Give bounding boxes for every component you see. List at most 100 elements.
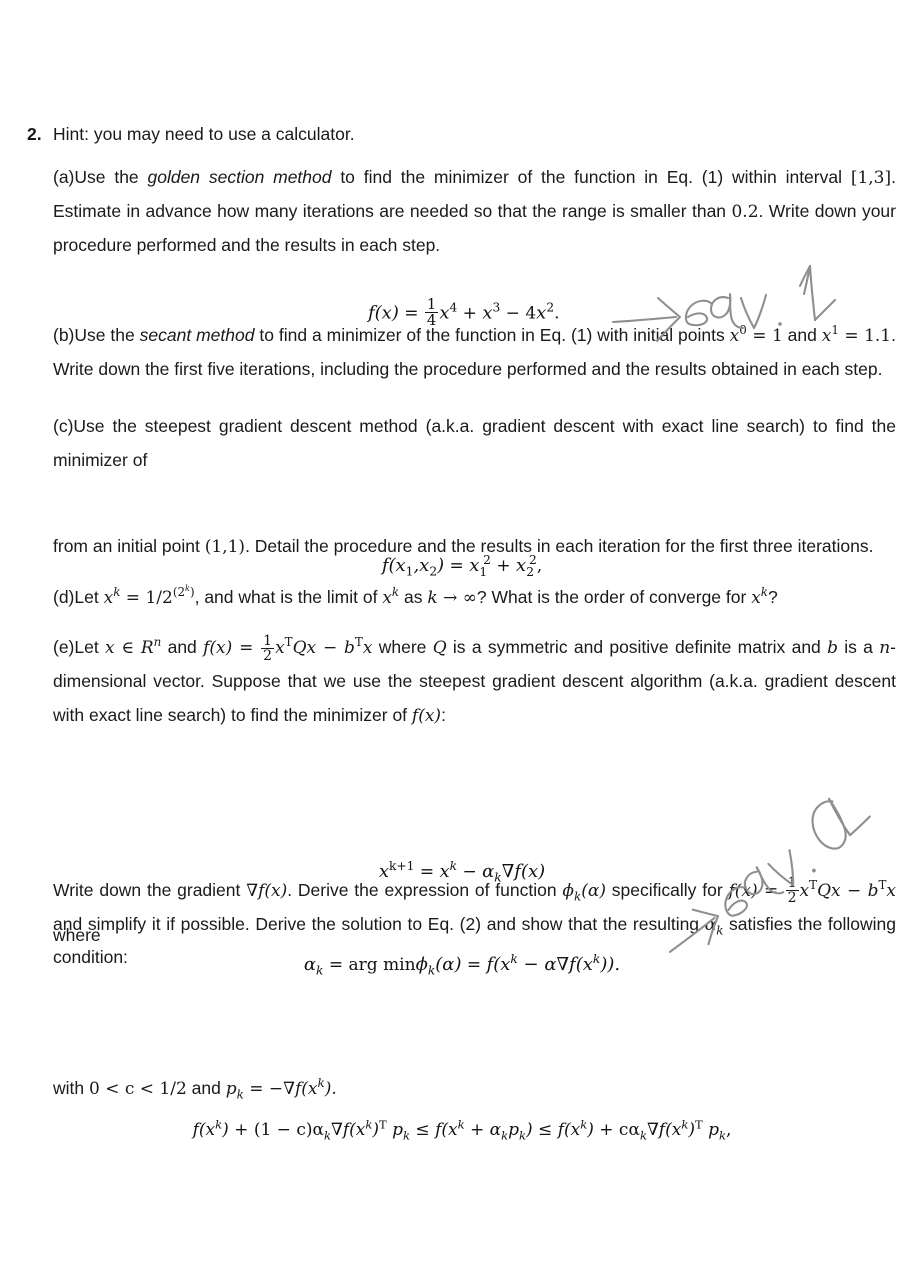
- gold-p3-close: ): [526, 1120, 533, 1140]
- gold-p5-close: ): [688, 1120, 695, 1140]
- eqc-plus: +: [490, 556, 517, 576]
- part-e-text-1: Let: [74, 637, 106, 658]
- eq2-equals-2: =: [461, 955, 487, 975]
- part-d-text-4: ? What is the order of converge for: [476, 586, 752, 607]
- part-e-matrix-Q: Q: [432, 638, 447, 659]
- eqc-lhs-mid: ,x: [413, 555, 430, 576]
- gold-p3: f(x: [435, 1120, 458, 1140]
- equpd-rhs: x: [439, 861, 450, 882]
- part-e-quad-transpose: T: [284, 635, 293, 650]
- part-d: (d)Let xk = 1/2(2k), and what is the lim…: [53, 581, 896, 615]
- gold-p4-close: ): [587, 1120, 594, 1140]
- eq2-alpha: α: [303, 954, 317, 975]
- equation-goldstein: f(xk) + (1 − c)αk∇f(xk)T pk ≤ f(xk + αkp…: [0, 1117, 924, 1143]
- gold-p2-close: ): [372, 1120, 379, 1140]
- final-phi-arg: (α): [581, 880, 606, 901]
- part-e-quad-x2: x: [362, 638, 373, 659]
- eq1-equals: =: [398, 303, 424, 324]
- part-b-text-3: and: [782, 324, 822, 345]
- final-half-denominator: 2: [785, 890, 799, 907]
- gold-p2-p: p: [386, 1120, 403, 1140]
- equation-update: xk+1 = xk − αk∇f(x): [0, 859, 924, 884]
- problem-heading: 2. Hint: you may need to use a calculato…: [27, 122, 896, 147]
- part-e-objective: f(x): [411, 705, 442, 726]
- eq1-plus: +: [457, 303, 483, 324]
- part-e-function: f(x): [203, 638, 233, 659]
- final-phi: ϕ: [562, 880, 575, 901]
- gold-p4: f(x: [557, 1120, 581, 1140]
- part-e-half-fraction: 12: [261, 632, 275, 663]
- gold-p2-psub: k: [403, 1128, 410, 1143]
- gold-p5-p: p: [702, 1120, 719, 1140]
- eqc-t2-sup: 2: [528, 553, 537, 567]
- eq2-argmin: arg min: [348, 955, 416, 975]
- document-page: 2. Hint: you may need to use a calculato…: [0, 0, 924, 1280]
- final-quad-x: x: [799, 880, 810, 901]
- equpd-lhs-sup: k+1: [388, 859, 415, 873]
- gold-p2-grad: ∇f(x: [330, 1120, 366, 1140]
- final-fx: f(x): [728, 880, 758, 901]
- part-a-tolerance: 0.2: [731, 202, 759, 223]
- eqc-equals: =: [444, 556, 470, 576]
- gold-p2-transpose: T: [379, 1117, 387, 1132]
- part-b-x0: x: [729, 325, 740, 346]
- part-d-xk3-sup: k: [760, 584, 769, 599]
- part-e-domain: x ∈ R: [105, 638, 154, 659]
- gold-p5-psub: k: [718, 1128, 726, 1143]
- equpd-alpha: α: [482, 861, 495, 882]
- part-d-k: k: [427, 587, 438, 608]
- part-d-exponent-base: (2: [172, 584, 186, 599]
- part-b-x0-value: = 1: [746, 325, 783, 346]
- gold-p3-p: p: [508, 1120, 520, 1140]
- problem-hint-text: Hint: you may need to use a calculator.: [53, 124, 355, 144]
- equpd-lhs: x: [378, 861, 389, 882]
- part-e-vector-b: b: [827, 638, 838, 659]
- final-gradient: ∇f(x): [246, 880, 288, 901]
- part-b-x1-sup: 1: [831, 322, 839, 337]
- eq2-rhs-sup: k: [510, 952, 518, 966]
- part-e: (e)Let x ∈ Rn and f(x) = 1 2 xTQx − bTx wh…: [53, 631, 896, 732]
- gold-comma: ,: [725, 1120, 732, 1140]
- closing-text-2: and: [186, 1078, 226, 1099]
- part-e-text-7: :: [441, 704, 446, 725]
- closing-pk-sup: k: [317, 1076, 325, 1091]
- gold-p5: + cα: [593, 1120, 640, 1140]
- part-a-label: (a): [53, 167, 75, 188]
- part-a: (a)Use the golden section method to find…: [53, 161, 896, 262]
- eq2-rhs-close: )).: [600, 954, 621, 975]
- eq1-term3: x: [536, 302, 547, 324]
- goldstein-equation-gap: [53, 992, 896, 1072]
- part-d-xk: x: [103, 587, 114, 608]
- gold-p3-sup: k: [457, 1117, 465, 1132]
- part-c-text-3: . Detail the procedure and the results i…: [245, 535, 874, 556]
- eq1-period: .: [554, 303, 560, 324]
- part-e-dimension-n: n: [879, 638, 891, 659]
- gold-p5-grad: ∇f(x: [646, 1120, 682, 1140]
- part-e-text-2: and: [161, 637, 204, 658]
- closing-pk-equals: = −∇f(x: [243, 1079, 318, 1100]
- final-text-2: . Derive the expression of function: [287, 879, 563, 900]
- part-e-quad-Qx: Qx − b: [292, 638, 355, 659]
- part-b-label: (b): [53, 324, 75, 345]
- equpd-equals: =: [414, 862, 440, 882]
- part-c-label: (c): [53, 416, 74, 437]
- part-a-text-2: to find the minimizer of the function in…: [331, 167, 851, 188]
- part-d-text-1: Let: [74, 586, 104, 607]
- eqc-lhs: f(x: [381, 555, 406, 576]
- part-c-equation-gap: [53, 484, 896, 530]
- part-d-xk2: x: [382, 587, 392, 608]
- eq1-quarter-numerator: 1: [426, 296, 437, 313]
- part-c-intro: (c)Use the steepest gradient descent met…: [53, 410, 896, 478]
- gold-p2-sub: k: [323, 1128, 331, 1143]
- eq1-minus: − 4: [500, 303, 537, 324]
- gold-le-1: ≤: [410, 1120, 436, 1140]
- eq1-lhs: f(x): [368, 302, 399, 324]
- part-e-half-numerator: 1: [263, 632, 273, 649]
- part-b-emphasis: secant method: [139, 324, 255, 345]
- part-e-text-4: is a symmetric and positive definite mat…: [446, 637, 828, 658]
- part-b-x1: x: [821, 325, 832, 346]
- part-d-label: (d): [53, 586, 75, 607]
- equation-c: f(x1,x2) = x12 + x22,: [0, 553, 924, 578]
- part-d-equals: = 1/2: [120, 587, 173, 608]
- closing-line: with 0 < c < 1/2 and pk = −∇f(xk).: [53, 1072, 896, 1106]
